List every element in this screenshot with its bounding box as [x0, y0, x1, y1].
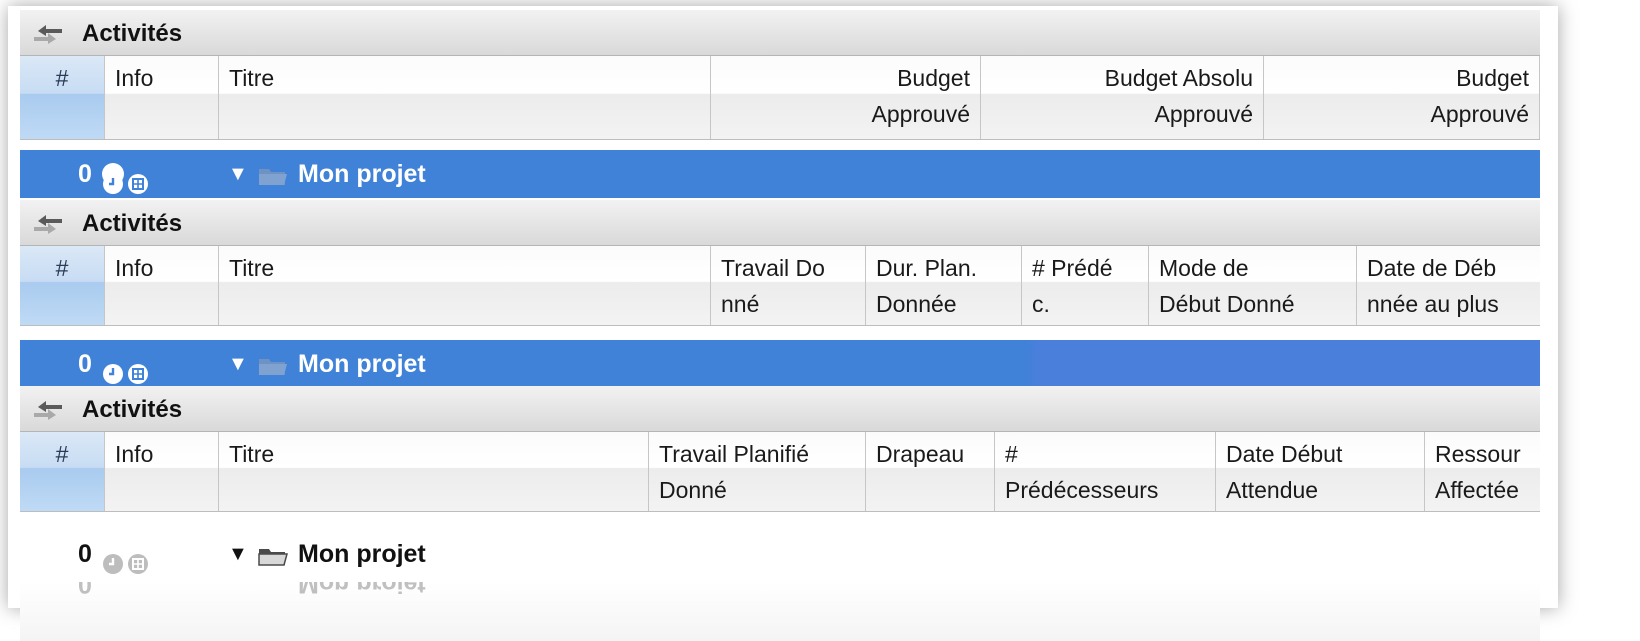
column-expected-start[interactable]: Date Début Attendue: [1216, 432, 1425, 511]
clock-icon[interactable]: [102, 353, 124, 384]
column-absolute-budget-approved[interactable]: Budget Absolu Approuvé: [981, 56, 1264, 139]
column-info[interactable]: Info: [105, 246, 219, 325]
column-start-date[interactable]: Date de Déb nnée au plus: [1357, 246, 1540, 325]
column-resources[interactable]: Ressour Affectée: [1425, 432, 1540, 511]
reflected-title: Mon projet: [298, 582, 426, 598]
table-row[interactable]: 0 ▼ Mon projet: [20, 530, 1540, 578]
panel-titlebar: Activités: [20, 10, 1540, 56]
column-title[interactable]: Titre: [219, 432, 649, 511]
transfer-arrows-icon[interactable]: [32, 398, 64, 420]
panel-title: Activités: [82, 210, 183, 237]
column-header: # Info Titre Budget Approuvé Budget Absol…: [20, 56, 1540, 140]
column-number[interactable]: #: [20, 432, 105, 511]
folder-icon: [259, 169, 287, 185]
row-reflection: 0 Mon projet: [20, 582, 1540, 641]
column-start-mode[interactable]: Mode de Début Donné: [1149, 246, 1357, 325]
column-header: # Info Titre Travail Planifié Donné Drape…: [20, 432, 1540, 512]
column-title[interactable]: Titre: [219, 246, 711, 325]
activities-panel-3: Activités # Info Titre Travail Planifié D…: [20, 386, 1540, 581]
column-predecessors[interactable]: # Prédécesseurs: [995, 432, 1216, 511]
column-info[interactable]: Info: [105, 432, 219, 511]
column-budget-approved-2[interactable]: Budget Approuvé: [1264, 56, 1540, 139]
column-info[interactable]: Info: [105, 56, 219, 139]
column-title[interactable]: Titre: [219, 56, 711, 139]
clock-icon[interactable]: [102, 543, 124, 574]
project-title[interactable]: Mon projet: [298, 530, 426, 578]
project-title[interactable]: Mon projet: [298, 150, 426, 198]
table-row[interactable]: 0 ▼ Mon projet: [20, 340, 1540, 387]
grid-icon[interactable]: [127, 543, 149, 574]
screenshot-stage: Activités # Info Titre Budget Approuvé Bu…: [0, 0, 1640, 641]
column-number[interactable]: #: [20, 246, 105, 325]
transfer-arrows-icon[interactable]: [32, 212, 64, 234]
folder-icon: [259, 359, 287, 375]
grid-icon[interactable]: [127, 163, 149, 194]
column-planned-duration[interactable]: Dur. Plan. Donnée: [866, 246, 1022, 325]
panel-title: Activités: [82, 20, 183, 47]
column-work-given[interactable]: Travail Do nné: [711, 246, 866, 325]
column-predecessors[interactable]: # Prédé c.: [1022, 246, 1149, 325]
project-title[interactable]: Mon projet: [298, 340, 426, 387]
disclosure-triangle-icon[interactable]: ▼: [228, 530, 248, 578]
disclosure-triangle-icon[interactable]: ▼: [228, 340, 248, 387]
panel-titlebar: Activités: [20, 200, 1540, 246]
transfer-arrows-icon[interactable]: [32, 22, 64, 44]
column-budget-approved[interactable]: Budget Approuvé: [711, 56, 981, 139]
panel-title: Activités: [82, 396, 183, 423]
column-number[interactable]: #: [20, 56, 105, 139]
column-planned-work[interactable]: Travail Planifié Donné: [649, 432, 866, 511]
row-number: 0: [78, 160, 92, 188]
row-number: 0: [78, 350, 92, 378]
activities-panel-2: Activités # Info Titre Travail Do nné Dur…: [20, 200, 1540, 387]
disclosure-triangle-icon[interactable]: ▼: [228, 150, 248, 198]
activities-panel-1: Activités # Info Titre Budget Approuvé Bu…: [20, 10, 1540, 201]
column-flag[interactable]: Drapeau: [866, 432, 995, 511]
clock-icon[interactable]: [102, 163, 124, 194]
panel-titlebar: Activités: [20, 386, 1540, 432]
column-header: # Info Titre Travail Do nné Dur. Plan. Don…: [20, 246, 1540, 326]
table-row[interactable]: 0 ▼ Mon projet: [20, 150, 1540, 198]
folder-icon: [258, 549, 288, 566]
row-number: 0: [78, 540, 92, 568]
reflected-row: 0 Mon projet: [20, 582, 1540, 608]
reflected-number: 0: [78, 582, 92, 598]
grid-icon[interactable]: [127, 353, 149, 384]
